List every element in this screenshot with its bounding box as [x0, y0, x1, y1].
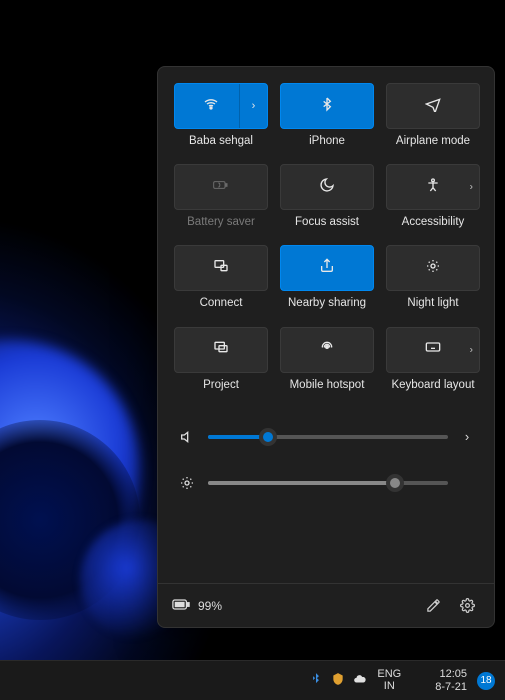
quick-settings-panel: › Baba sehgal iPhone Airplane mode Battery s… — [157, 66, 495, 628]
connect-tile[interactable] — [174, 245, 268, 291]
focus-assist-tile[interactable] — [280, 164, 374, 210]
nearby-sharing-tile[interactable] — [280, 245, 374, 291]
night-light-tile[interactable] — [386, 245, 480, 291]
mobile-hotspot-tile[interactable] — [280, 327, 374, 373]
project-tile[interactable] — [174, 327, 268, 373]
focus-assist-icon — [319, 177, 335, 198]
notification-badge[interactable]: 18 — [477, 672, 495, 690]
onedrive-tray-icon[interactable] — [353, 672, 367, 689]
battery-icon — [172, 599, 190, 613]
bluetooth-label: iPhone — [309, 135, 345, 148]
wifi-expand-button[interactable]: › — [239, 84, 267, 128]
time-text: 12:05 — [435, 668, 467, 680]
keyboard-layout-tile[interactable]: › — [386, 327, 480, 373]
edit-quick-settings-button[interactable] — [420, 593, 446, 619]
settings-button[interactable] — [454, 593, 480, 619]
connect-label: Connect — [200, 297, 243, 310]
project-label: Project — [203, 379, 239, 392]
nearby-sharing-icon — [319, 258, 335, 279]
focus-assist-label: Focus assist — [295, 216, 359, 229]
taskbar: ENG IN 12:05 8-7-21 18 — [0, 660, 505, 700]
battery-percent-text: 99% — [198, 599, 222, 613]
airplane-mode-label: Airplane mode — [396, 135, 470, 148]
accessibility-label: Accessibility — [402, 216, 465, 229]
brightness-slider[interactable] — [208, 481, 448, 485]
mobile-hotspot-label: Mobile hotspot — [290, 379, 365, 392]
night-light-icon — [425, 258, 441, 279]
volume-icon — [178, 429, 196, 445]
language-indicator[interactable]: ENG IN — [377, 669, 401, 692]
chevron-right-icon: › — [470, 182, 473, 193]
accessibility-icon — [425, 177, 441, 198]
bluetooth-icon — [319, 96, 335, 117]
volume-expand-chevron[interactable]: › — [460, 429, 474, 444]
battery-saver-tile — [174, 164, 268, 210]
brightness-row: › — [178, 460, 474, 506]
language-line1: ENG — [377, 669, 401, 681]
brightness-icon — [178, 475, 196, 491]
quick-settings-grid: › Baba sehgal iPhone Airplane mode Battery s… — [158, 67, 494, 408]
wifi-icon — [203, 96, 219, 117]
connect-icon — [213, 258, 229, 279]
airplane-mode-icon — [425, 96, 441, 117]
accessibility-tile[interactable]: › — [386, 164, 480, 210]
security-tray-icon[interactable] — [331, 672, 345, 689]
battery-saver-label: Battery saver — [187, 216, 255, 229]
volume-row: › — [178, 414, 474, 460]
airplane-mode-tile[interactable] — [386, 83, 480, 129]
system-tray[interactable] — [309, 672, 367, 689]
wifi-tile[interactable]: › — [174, 83, 268, 129]
night-light-label: Night light — [407, 297, 458, 310]
system-icons[interactable] — [411, 675, 425, 687]
keyboard-layout-icon — [425, 339, 441, 360]
project-icon — [213, 339, 229, 360]
clock[interactable]: 12:05 8-7-21 — [435, 668, 467, 692]
mobile-hotspot-icon — [319, 339, 335, 360]
chevron-right-icon: › — [470, 344, 473, 355]
date-text: 8-7-21 — [435, 681, 467, 693]
nearby-sharing-label: Nearby sharing — [288, 297, 366, 310]
language-line2: IN — [377, 681, 401, 693]
keyboard-layout-label: Keyboard layout — [391, 379, 474, 392]
bluetooth-tile[interactable] — [280, 83, 374, 129]
sliders-section: › › — [158, 408, 494, 516]
quick-settings-footer: 99% — [158, 583, 494, 627]
bluetooth-tray-icon[interactable] — [309, 672, 323, 689]
battery-saver-icon — [213, 177, 229, 198]
volume-slider[interactable] — [208, 435, 448, 439]
wifi-label: Baba sehgal — [189, 135, 253, 148]
